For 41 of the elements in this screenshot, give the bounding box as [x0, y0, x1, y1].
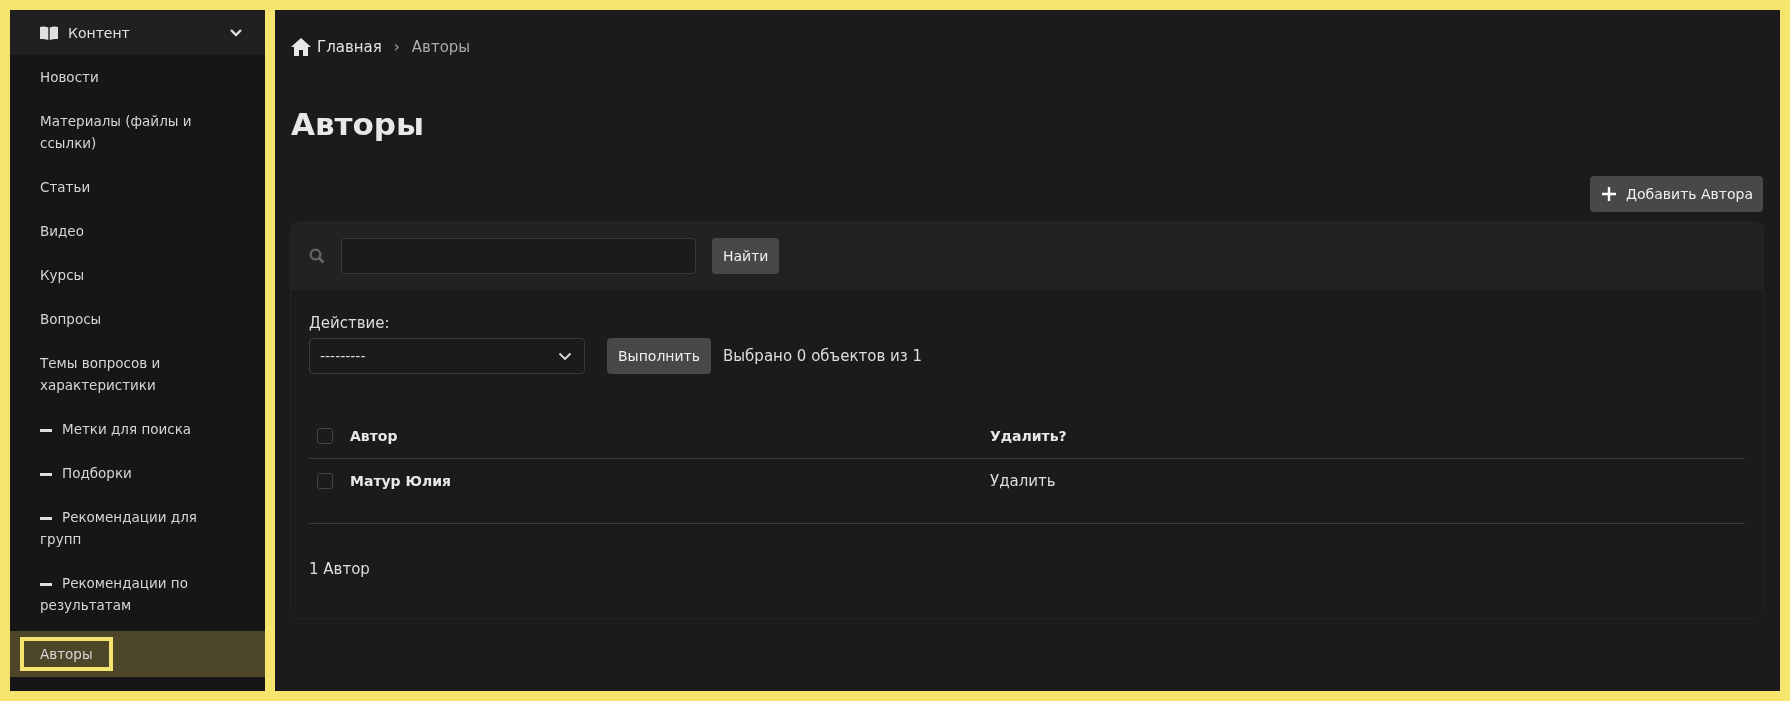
page-title: Авторы [291, 106, 426, 142]
selection-counter: Выбрано 0 объектов из 1 [723, 347, 923, 365]
sidebar-item[interactable]: Темы вопросов и характеристики [10, 341, 265, 407]
select-all-checkbox[interactable] [317, 428, 333, 444]
run-button[interactable]: Выполнить [607, 338, 711, 374]
breadcrumb-current: Авторы [411, 38, 471, 56]
sidebar-item[interactable]: Видео [10, 209, 265, 253]
action-select[interactable]: --------- [309, 338, 585, 374]
search-icon [309, 248, 325, 264]
sidebar-item[interactable]: Вопросы [10, 297, 265, 341]
sidebar-section-header[interactable]: Контент [10, 10, 265, 55]
sidebar-item[interactable]: Новости [10, 55, 265, 99]
row-checkbox[interactable] [317, 473, 333, 489]
breadcrumb-link[interactable]: Главная [317, 38, 382, 56]
chevron-icon [229, 27, 243, 38]
sidebar-item[interactable]: Статьи [10, 165, 265, 209]
breadcrumb-separator: › [393, 38, 400, 56]
search-button[interactable]: Найти [712, 238, 780, 274]
sidebar-item[interactable]: Рекомендации для групп [10, 495, 265, 561]
author-link[interactable]: Матур Юлия [350, 473, 990, 489]
dash-icon [40, 472, 52, 476]
column-header[interactable]: Автор [350, 428, 990, 444]
sidebar-item[interactable]: Подборки [10, 451, 265, 495]
sidebar-item[interactable]: Курсы [10, 253, 265, 297]
table-cell: Удалить [990, 472, 1056, 490]
add-author-button[interactable]: Добавить Автора [1590, 176, 1763, 212]
action-label: Действие: [309, 314, 391, 332]
dash-icon [40, 582, 52, 586]
dash-icon [40, 428, 52, 432]
plus-icon [1602, 187, 1617, 201]
dash-icon [40, 516, 52, 520]
book-icon [40, 25, 58, 40]
sidebar-item[interactable]: Авторы [20, 637, 113, 671]
sidebar-item[interactable]: Рекомендации по результатам [10, 561, 265, 627]
column-header[interactable]: Удалить? [990, 428, 1067, 444]
sidebar-item[interactable]: Метки для поиска [10, 407, 265, 451]
sidebar-item[interactable]: Материалы (файлы и ссылки) [10, 99, 265, 165]
search-field[interactable] [341, 238, 696, 274]
result-count: 1 Автор [309, 560, 371, 578]
home-icon [291, 38, 311, 56]
chevron-icon [558, 351, 572, 361]
